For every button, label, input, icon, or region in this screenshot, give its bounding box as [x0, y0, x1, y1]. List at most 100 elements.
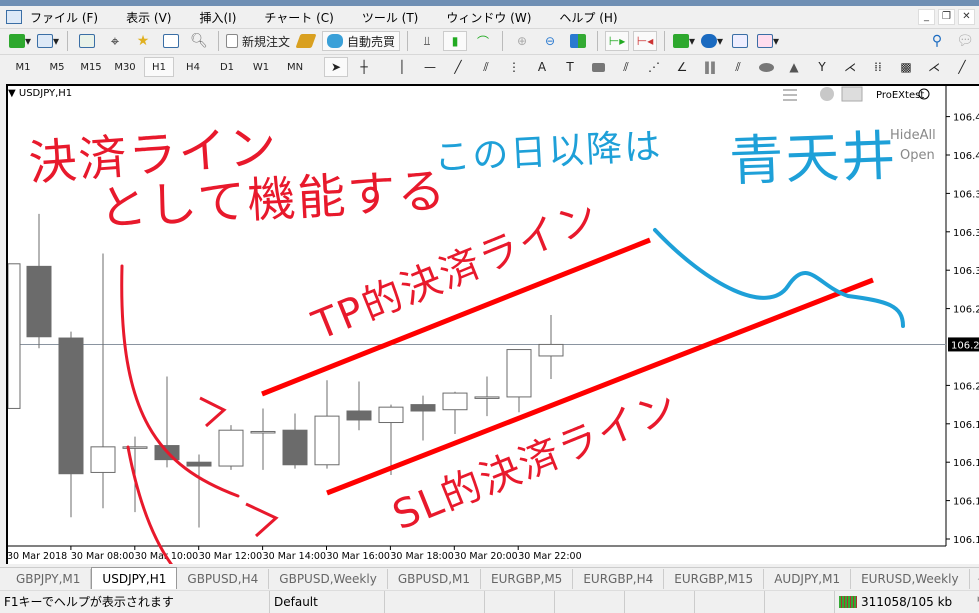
menu-window[interactable]: ウィンドウ (W)	[446, 9, 531, 26]
linear-regression-tool[interactable]: ╱	[950, 57, 974, 77]
zoom-in-button[interactable]: ⊕	[510, 31, 534, 51]
menu-help[interactable]: ヘルプ (H)	[559, 9, 617, 26]
fibo-tool[interactable]: ⋮	[502, 57, 526, 77]
timeframe-w1[interactable]: W1	[246, 57, 276, 77]
template-icon	[732, 34, 749, 48]
candle	[442, 391, 468, 435]
crosshair-tool[interactable]: ┼	[352, 57, 376, 77]
timeframe-h1[interactable]: H1	[144, 57, 174, 77]
trendline-tool[interactable]: ╱	[446, 57, 470, 77]
profiles-button[interactable]: ▾	[36, 31, 60, 51]
time-label: 30 Mar 18:00	[390, 551, 453, 562]
gann-angle-tool[interactable]: ∠	[670, 57, 694, 77]
chat-button[interactable]: 💬︎	[953, 31, 977, 51]
text-tool[interactable]: A	[530, 57, 554, 77]
timeframe-m5[interactable]: M5	[42, 57, 72, 77]
timeframe-d1[interactable]: D1	[212, 57, 242, 77]
fibo-arcs-tool[interactable]: ⋌	[838, 57, 862, 77]
open-button[interactable]: Open	[900, 148, 935, 163]
traffic-readout: 311058/105 kb	[861, 594, 953, 609]
triangle-tool[interactable]: ▲	[782, 57, 806, 77]
fibo-expansion-icon: ⋰	[648, 60, 660, 74]
fibo-channel-tool[interactable]: ⫽	[614, 57, 638, 77]
new-chart-button[interactable]: ▾	[8, 31, 32, 51]
zoom-out-button[interactable]: ⊖	[538, 31, 562, 51]
menu-file[interactable]: ファイル (F)	[30, 9, 98, 26]
toggle-button[interactable]	[820, 87, 834, 101]
auto-trading-button[interactable]: 自動売買	[322, 31, 401, 51]
templates-button[interactable]	[728, 31, 752, 51]
navigator-button[interactable]: ★	[131, 31, 155, 51]
chart-tab[interactable]: GBPUSD,Weekly	[269, 569, 388, 589]
fibo-timezones-tool[interactable]: ⁞⁞	[866, 57, 890, 77]
search-button[interactable]: ⚲	[925, 31, 949, 51]
status-connection: 311058/105 kb	[835, 591, 952, 613]
pause-button[interactable]	[841, 86, 863, 102]
terminal-button[interactable]	[159, 31, 183, 51]
status-bar: F1キーでヘルプが表示されます Default 311058/105 kb	[0, 590, 979, 613]
fan-icon: ⋌	[928, 60, 940, 74]
close-button[interactable]: ✕	[958, 9, 975, 25]
fibo-fan-icon: Y	[818, 60, 826, 74]
chart-tab[interactable]: GBPJPY,M1	[6, 569, 92, 589]
new-order-button[interactable]: 新規注文	[226, 31, 290, 51]
menu-chart[interactable]: チャート (C)	[264, 9, 333, 26]
label-tool[interactable]: T	[558, 57, 582, 77]
cursor-tool[interactable]: ➤	[324, 57, 348, 77]
price-chart[interactable]: 106.435 106.405 106.375 106.345 106.315 106.2…	[8, 86, 979, 564]
minimize-button[interactable]: _	[918, 9, 935, 25]
menu-insert[interactable]: 挿入(I)	[199, 9, 236, 26]
chart-tab[interactable]: GBPUSD,H4	[177, 569, 270, 589]
price-tick-label: 106.225	[953, 381, 979, 392]
ellipse-tool[interactable]	[754, 57, 778, 77]
timeframe-h4[interactable]: H4	[178, 57, 208, 77]
bearish-candle-body	[282, 429, 308, 466]
metaeditor-button[interactable]	[294, 31, 318, 51]
chart-menu-icon[interactable]: ▼	[8, 88, 19, 99]
data-window-button[interactable]: ⌖	[103, 31, 127, 51]
chart-tab[interactable]: EURGBP,M5	[481, 569, 574, 589]
rectangle-tool[interactable]	[586, 57, 610, 77]
periods-button[interactable]: ▾	[700, 31, 724, 51]
new-order-icon	[226, 34, 238, 48]
tile-windows-button[interactable]	[566, 31, 590, 51]
time-label: 30 Mar 20:00	[454, 551, 517, 562]
vertical-line-tool[interactable]: │	[390, 57, 414, 77]
line-chart-button[interactable]: ⌒	[471, 31, 495, 51]
chart-window[interactable]: 106.435 106.405 106.375 106.345 106.315 106.2…	[6, 84, 979, 564]
channel-tool[interactable]: ⫽	[474, 57, 498, 77]
chart-tab[interactable]: AUDJPY,M1	[764, 569, 852, 589]
fibo-expansion-tool[interactable]: ⋰	[642, 57, 666, 77]
strategy-tester-button[interactable]: 🔍︎	[187, 31, 211, 51]
horizontal-line-tool[interactable]: —	[418, 57, 442, 77]
chart-tab[interactable]: USDJPY,H1	[91, 567, 178, 589]
autoscroll-button[interactable]: ⊢◂	[633, 31, 658, 51]
chart-window-button[interactable]: ▾	[756, 31, 780, 51]
time-label: 30 Mar 22:00	[518, 551, 581, 562]
chart-tab[interactable]: GBPUSD,M1	[388, 569, 482, 589]
gann-grid-tool[interactable]: ▩	[894, 57, 918, 77]
gann-fan-tool[interactable]: ⋌	[922, 57, 946, 77]
chart-tab[interactable]: EURUSD,Weekly	[851, 569, 970, 589]
tab-scroll-arrows[interactable]: ◂ ▸	[970, 569, 979, 605]
chart-tab[interactable]: EURGBP,H4	[573, 569, 665, 589]
timeframe-m30[interactable]: M30	[110, 57, 140, 77]
timeframe-m15[interactable]: M15	[76, 57, 106, 77]
hideall-button[interactable]: HideAll	[890, 128, 936, 143]
market-watch-button[interactable]	[75, 31, 99, 51]
chart-tab[interactable]: EURGBP,M15	[664, 569, 765, 589]
menu-view[interactable]: 表示 (V)	[126, 9, 171, 26]
restore-button[interactable]: ❐	[938, 9, 955, 25]
fibo-fan-tool[interactable]: Y	[810, 57, 834, 77]
candlestick-button[interactable]: ▮	[443, 31, 468, 51]
price-tick-label: 106.405	[953, 151, 979, 162]
cycle-lines-tool[interactable]: ‖‖	[698, 57, 722, 77]
indicators-button[interactable]: ▾	[672, 31, 696, 51]
bar-chart-button[interactable]: ⫫	[415, 31, 439, 51]
price-tick-label: 106.165	[953, 458, 979, 469]
chart-shift-button[interactable]: ⊢▸	[605, 31, 630, 51]
equidistant-channel-tool[interactable]: ⫽	[726, 57, 750, 77]
menu-tools[interactable]: ツール (T)	[362, 9, 419, 26]
timeframe-m1[interactable]: M1	[8, 57, 38, 77]
timeframe-mn[interactable]: MN	[280, 57, 310, 77]
